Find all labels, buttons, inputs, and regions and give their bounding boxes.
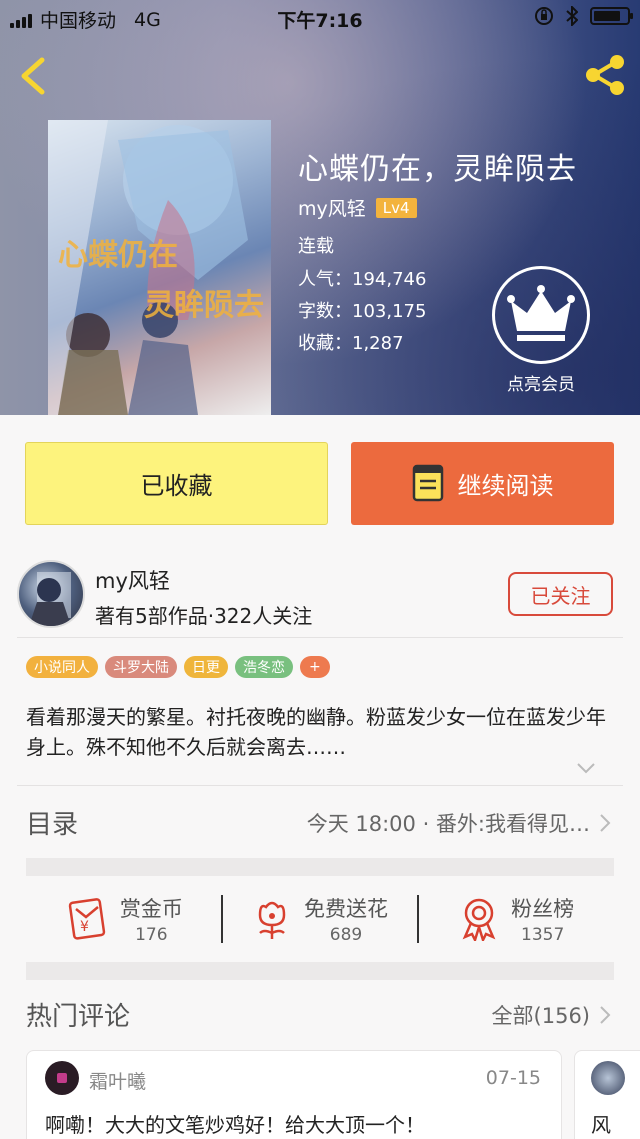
section-separator bbox=[26, 858, 614, 876]
tag-list: 小说同人 斗罗大陆 日更 浩冬恋 + bbox=[26, 656, 330, 678]
crown-icon bbox=[507, 285, 575, 341]
book-word-count: 字数：103,175 bbox=[298, 301, 427, 322]
member-label[interactable]: 点亮会员 bbox=[490, 370, 592, 395]
stat-label: 免费送花 bbox=[304, 897, 388, 921]
bluetooth-icon bbox=[566, 6, 578, 26]
comment-date: 07-15 bbox=[485, 1067, 541, 1089]
send-flower-button[interactable]: 免费送花 689 bbox=[223, 876, 418, 962]
book-title: 心蝶仍在，灵眸陨去 bbox=[298, 152, 577, 187]
commenter-avatar[interactable] bbox=[45, 1061, 79, 1095]
stat-value: 176 bbox=[135, 925, 168, 945]
book-header: 中国移动 4G 下午7:16 心蝶仍在 灵眸陨去 心蝶仍在，灵眸陨去 my风轻 … bbox=[0, 0, 640, 415]
send-flower-text: 免费送花 689 bbox=[304, 893, 388, 945]
continue-reading-label: 继续阅读 bbox=[457, 472, 554, 500]
share-button[interactable] bbox=[582, 52, 628, 98]
avatar-image bbox=[29, 572, 71, 626]
stat-label: 粉丝榜 bbox=[511, 897, 575, 921]
synopsis: 看着那漫天的繁星。衬托夜晚的幽静。粉蓝发少女一位在蓝发少年身上。殊不知他不久后就… bbox=[26, 705, 606, 759]
tag-item[interactable]: 日更 bbox=[184, 656, 228, 678]
toc-label[interactable]: 目录 bbox=[26, 804, 78, 841]
favorite-button-label: 已收藏 bbox=[140, 472, 213, 500]
comment-text: 啊嘞！大大的文笔炒鸡好！给大大顶一个！ bbox=[45, 1113, 425, 1137]
member-button[interactable] bbox=[492, 266, 590, 364]
book-cover[interactable]: 心蝶仍在 灵眸陨去 bbox=[48, 120, 271, 415]
book-popularity: 人气：194,746 bbox=[298, 269, 427, 290]
level-badge: Lv4 bbox=[375, 197, 417, 218]
stat-label: 赏金币 bbox=[119, 897, 183, 921]
book-status: 连载 bbox=[298, 236, 334, 257]
battery-icon bbox=[590, 7, 633, 25]
continue-reading-button[interactable]: 继续阅读 bbox=[351, 442, 614, 525]
favorite-button[interactable]: 已收藏 bbox=[25, 442, 328, 525]
all-comments-link[interactable]: 全部(156) bbox=[492, 1000, 612, 1030]
latest-chapter-text: 今天 18:00 · 番外:我看得见… bbox=[306, 812, 590, 836]
comment-card[interactable]: 风 bbox=[574, 1050, 640, 1139]
status-right-icons bbox=[534, 6, 633, 26]
divider bbox=[17, 785, 623, 786]
flower-icon bbox=[258, 901, 286, 939]
stat-value: 689 bbox=[329, 925, 363, 945]
book-favorites: 收藏：1,287 bbox=[298, 333, 404, 354]
chevron-right-icon bbox=[600, 814, 611, 832]
cover-title-line2: 灵眸陨去 bbox=[144, 288, 264, 323]
fan-ranking-button[interactable]: 粉丝榜 1357 bbox=[419, 876, 614, 962]
commenter-name[interactable]: 霜叶曦 bbox=[89, 1067, 146, 1094]
book-icon bbox=[412, 464, 443, 501]
divider bbox=[17, 637, 623, 638]
stat-value: 1357 bbox=[521, 925, 565, 945]
author-avatar[interactable] bbox=[17, 560, 85, 628]
chevron-right-icon bbox=[600, 1006, 611, 1024]
red-envelope-icon: ¥ bbox=[68, 898, 106, 940]
orientation-lock-icon bbox=[535, 7, 553, 25]
author-stats: 著有5部作品·322人关注 bbox=[95, 604, 313, 628]
author-name[interactable]: my风轻 bbox=[95, 565, 170, 595]
medal-icon bbox=[462, 898, 496, 941]
fan-ranking-text: 粉丝榜 1357 bbox=[511, 893, 574, 945]
add-tag-button[interactable]: + bbox=[300, 656, 330, 678]
book-author[interactable]: my风轻 bbox=[298, 194, 366, 221]
comment-text: 风 bbox=[591, 1113, 611, 1137]
back-button[interactable] bbox=[14, 54, 54, 98]
all-comments-label: 全部(156) bbox=[491, 1004, 590, 1028]
reward-coins-text: 赏金币 176 bbox=[120, 893, 183, 945]
follow-button[interactable]: 已关注 bbox=[508, 572, 613, 616]
hot-comments-title: 热门评论 bbox=[26, 1002, 131, 1032]
cover-title-line1: 心蝶仍在 bbox=[58, 238, 178, 273]
svg-text:¥: ¥ bbox=[80, 919, 89, 935]
expand-chevron-icon[interactable] bbox=[576, 758, 596, 778]
comment-card[interactable]: 霜叶曦 07-15 啊嘞！大大的文笔炒鸡好！给大大顶一个！ bbox=[26, 1050, 562, 1139]
status-bar: 中国移动 4G 下午7:16 bbox=[0, 0, 640, 36]
book-author-line: my风轻 Lv4 bbox=[298, 194, 417, 221]
commenter-avatar[interactable] bbox=[591, 1061, 625, 1095]
toc-latest-chapter[interactable]: 今天 18:00 · 番外:我看得见… bbox=[307, 808, 612, 838]
tag-item[interactable]: 小说同人 bbox=[26, 656, 98, 678]
stats-row: ¥ 赏金币 176 免费送花 689 粉丝榜 1357 bbox=[26, 876, 614, 962]
tag-item[interactable]: 斗罗大陆 bbox=[105, 656, 177, 678]
follow-button-label: 已关注 bbox=[530, 583, 591, 608]
section-separator bbox=[26, 962, 614, 980]
reward-coins-button[interactable]: ¥ 赏金币 176 bbox=[26, 876, 221, 962]
tag-item[interactable]: 浩冬恋 bbox=[235, 656, 293, 678]
